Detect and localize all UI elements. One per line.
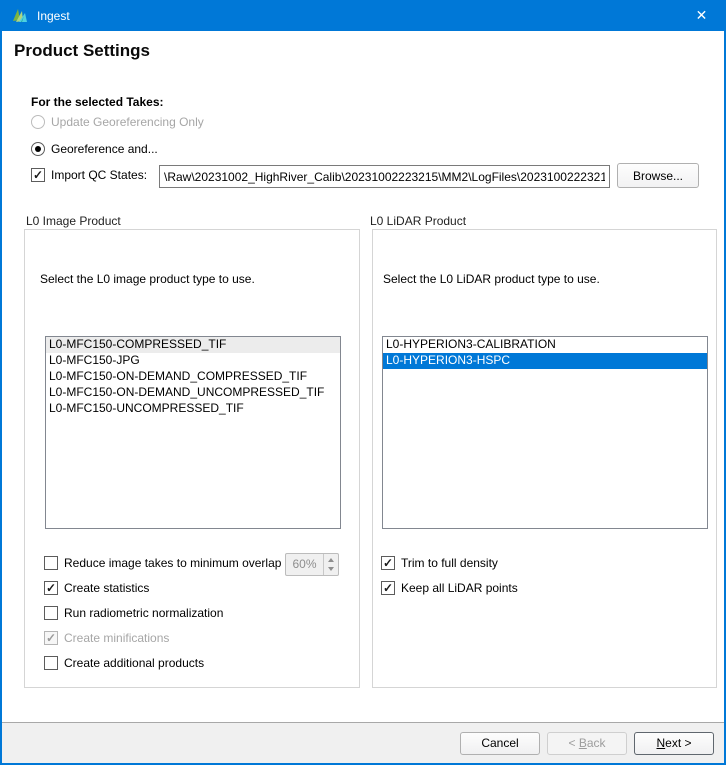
cancel-button[interactable]: Cancel (460, 732, 540, 755)
overlap-percent-value: 60% (286, 554, 323, 575)
radio-label: Update Georeferencing Only (51, 115, 204, 129)
title-bar: Ingest ✕ (2, 0, 724, 31)
radio-update-georeferencing-only[interactable]: Update Georeferencing Only (31, 115, 204, 129)
checkbox-icon: ✓ (44, 581, 58, 595)
checkbox-icon: ✓ (381, 581, 395, 595)
lidar-product-group-label: L0 LiDAR Product (370, 214, 466, 228)
spinner-arrows (323, 554, 338, 575)
radio-georeference-and[interactable]: Georeference and... (31, 142, 158, 156)
radio-circle-icon (31, 142, 45, 156)
radio-label: Georeference and... (51, 142, 158, 156)
checkbox-label: Create statistics (64, 581, 149, 595)
close-icon[interactable]: ✕ (679, 0, 724, 31)
page-title: Product Settings (14, 41, 150, 61)
image-product-listbox[interactable]: L0-MFC150-COMPRESSED_TIF L0-MFC150-JPG L… (45, 336, 341, 529)
image-product-instruction: Select the L0 image product type to use. (40, 272, 255, 286)
list-item[interactable]: L0-MFC150-COMPRESSED_TIF (46, 337, 340, 353)
checkbox-icon: ✓ (44, 631, 58, 645)
spinner-down-icon[interactable] (324, 565, 338, 576)
spinner-up-icon[interactable] (324, 554, 338, 565)
checkbox-icon: ✓ (44, 606, 58, 620)
import-qc-states-label: Import QC States: (51, 168, 147, 182)
checkbox-icon: ✓ (31, 168, 45, 182)
keep-all-lidar-points-checkbox[interactable]: ✓ Keep all LiDAR points (381, 581, 518, 595)
window-title: Ingest (37, 9, 70, 23)
image-product-group-label: L0 Image Product (26, 214, 121, 228)
checkbox-icon: ✓ (44, 656, 58, 670)
checkbox-label: Reduce image takes to minimum overlap of… (64, 556, 298, 570)
ingest-dialog: Ingest ✕ Product Settings For the select… (0, 0, 726, 765)
list-item[interactable]: L0-HYPERION3-HSPC (383, 353, 707, 369)
checkbox-icon: ✓ (44, 556, 58, 570)
import-qc-states-checkbox[interactable]: ✓ Import QC States: (31, 168, 147, 182)
list-item[interactable]: L0-MFC150-ON-DEMAND_COMPRESSED_TIF (46, 369, 340, 385)
browse-button[interactable]: Browse... (617, 163, 699, 188)
radio-circle-icon (31, 115, 45, 129)
checkbox-label: Trim to full density (401, 556, 498, 570)
qc-file-path-input[interactable] (159, 165, 610, 188)
button-bar: Cancel < Back Next > (2, 722, 724, 763)
dialog-content: Product Settings For the selected Takes:… (2, 31, 724, 722)
run-radiometric-normalization-checkbox[interactable]: ✓ Run radiometric normalization (44, 606, 223, 620)
create-statistics-checkbox[interactable]: ✓ Create statistics (44, 581, 149, 595)
overlap-percent-spinner[interactable]: 60% (285, 553, 339, 576)
checkbox-label: Keep all LiDAR points (401, 581, 518, 595)
list-item[interactable]: L0-MFC150-JPG (46, 353, 340, 369)
lidar-product-groupbox: Select the L0 LiDAR product type to use.… (372, 229, 717, 688)
lidar-product-instruction: Select the L0 LiDAR product type to use. (383, 272, 600, 286)
checkbox-label: Create additional products (64, 656, 204, 670)
list-item[interactable]: L0-MFC150-UNCOMPRESSED_TIF (46, 401, 340, 417)
next-button[interactable]: Next > (634, 732, 714, 755)
list-item[interactable]: L0-MFC150-ON-DEMAND_UNCOMPRESSED_TIF (46, 385, 340, 401)
create-additional-products-checkbox[interactable]: ✓ Create additional products (44, 656, 204, 670)
checkbox-label: Run radiometric normalization (64, 606, 223, 620)
lidar-product-listbox[interactable]: L0-HYPERION3-CALIBRATION L0-HYPERION3-HS… (382, 336, 708, 529)
back-button: < Back (547, 732, 627, 755)
checkbox-label: Create minifications (64, 631, 169, 645)
create-minifications-checkbox: ✓ Create minifications (44, 631, 169, 645)
checkbox-icon: ✓ (381, 556, 395, 570)
trim-to-full-density-checkbox[interactable]: ✓ Trim to full density (381, 556, 498, 570)
list-item[interactable]: L0-HYPERION3-CALIBRATION (383, 337, 707, 353)
reduce-overlap-checkbox[interactable]: ✓ Reduce image takes to minimum overlap … (44, 556, 298, 570)
takes-section-label: For the selected Takes: (31, 95, 164, 109)
app-logo-icon (11, 7, 29, 25)
